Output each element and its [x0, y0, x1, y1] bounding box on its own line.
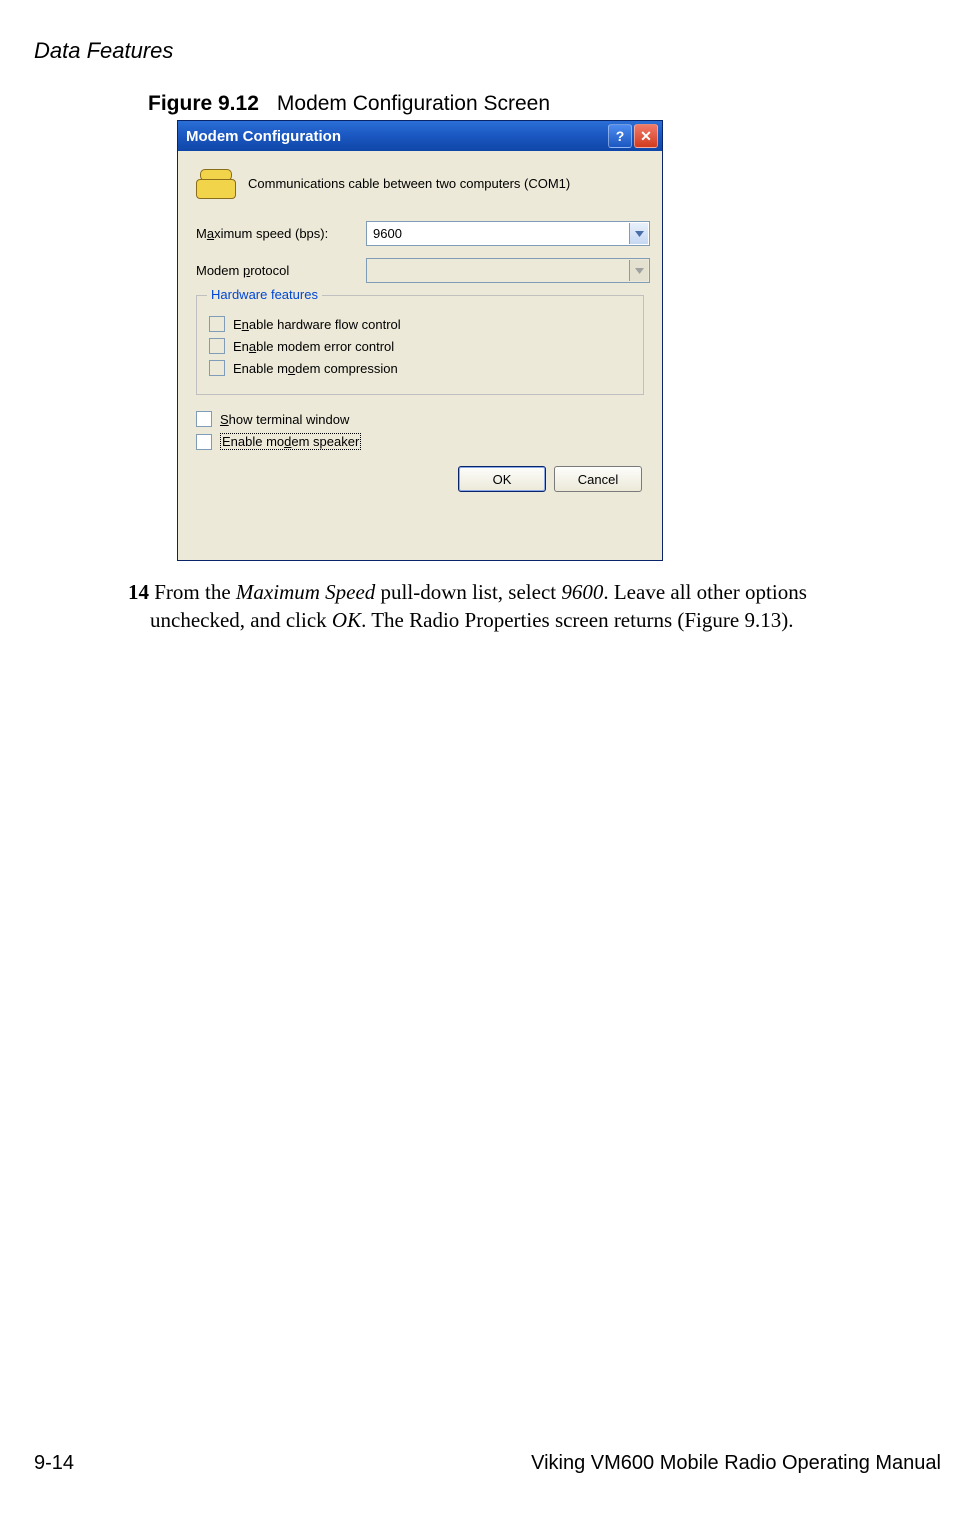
checkbox-icon[interactable] — [209, 360, 225, 376]
compression-label: Enable modem compression — [233, 361, 398, 376]
compression-checkbox-row[interactable]: Enable modem compression — [209, 360, 631, 376]
modem-speaker-checkbox-row[interactable]: Enable modem speaker — [196, 433, 650, 450]
figure-number: Figure 9.12 — [148, 92, 259, 115]
help-button[interactable]: ? — [608, 124, 632, 148]
max-speed-row: Maximum speed (bps): 9600 — [190, 221, 650, 246]
group-title: Hardware features — [207, 287, 322, 302]
titlebar[interactable]: Modem Configuration ? ✕ — [178, 121, 662, 151]
hw-flow-checkbox-row[interactable]: Enable hardware flow control — [209, 316, 631, 332]
device-text: Communications cable between two compute… — [248, 176, 570, 191]
manual-title: Viking VM600 Mobile Radio Operating Manu… — [531, 1452, 941, 1475]
instruction-step-14: 14 From the Maximum Speed pull-down list… — [128, 578, 828, 635]
checkbox-icon[interactable] — [209, 316, 225, 332]
chevron-down-icon[interactable] — [629, 223, 648, 244]
modem-speaker-label: Enable modem speaker — [220, 433, 361, 450]
protocol-label: Modem protocol — [196, 263, 366, 278]
cancel-button[interactable]: Cancel — [554, 466, 642, 492]
chevron-down-icon — [629, 260, 648, 281]
modem-config-dialog: Modem Configuration ? ✕ Communications c… — [177, 120, 663, 561]
max-speed-value: 9600 — [373, 226, 402, 241]
error-control-checkbox-row[interactable]: Enable modem error control — [209, 338, 631, 354]
close-icon: ✕ — [640, 128, 652, 145]
modem-icon — [196, 167, 234, 199]
close-button[interactable]: ✕ — [634, 124, 658, 148]
checkbox-icon[interactable] — [196, 434, 212, 450]
step-number: 14 — [128, 580, 149, 604]
error-control-label: Enable modem error control — [233, 339, 394, 354]
terminal-window-label: Show terminal window — [220, 412, 349, 427]
checkbox-icon[interactable] — [209, 338, 225, 354]
max-speed-label: Maximum speed (bps): — [196, 226, 366, 241]
terminal-window-checkbox-row[interactable]: Show terminal window — [196, 411, 650, 427]
protocol-combo — [366, 258, 650, 283]
ok-button[interactable]: OK — [458, 466, 546, 492]
max-speed-combo[interactable]: 9600 — [366, 221, 650, 246]
figure-title: Modem Configuration Screen — [277, 92, 550, 115]
dialog-title: Modem Configuration — [186, 128, 341, 145]
device-row: Communications cable between two compute… — [190, 167, 650, 199]
figure-caption: Figure 9.12 Modem Configuration Screen — [148, 92, 550, 116]
checkbox-icon[interactable] — [196, 411, 212, 427]
page-number: 9-14 — [34, 1452, 74, 1475]
hardware-features-group: Hardware features Enable hardware flow c… — [196, 295, 644, 395]
protocol-row: Modem protocol — [190, 258, 650, 283]
help-icon: ? — [616, 128, 625, 144]
section-title: Data Features — [34, 38, 173, 64]
hw-flow-label: Enable hardware flow control — [233, 317, 401, 332]
